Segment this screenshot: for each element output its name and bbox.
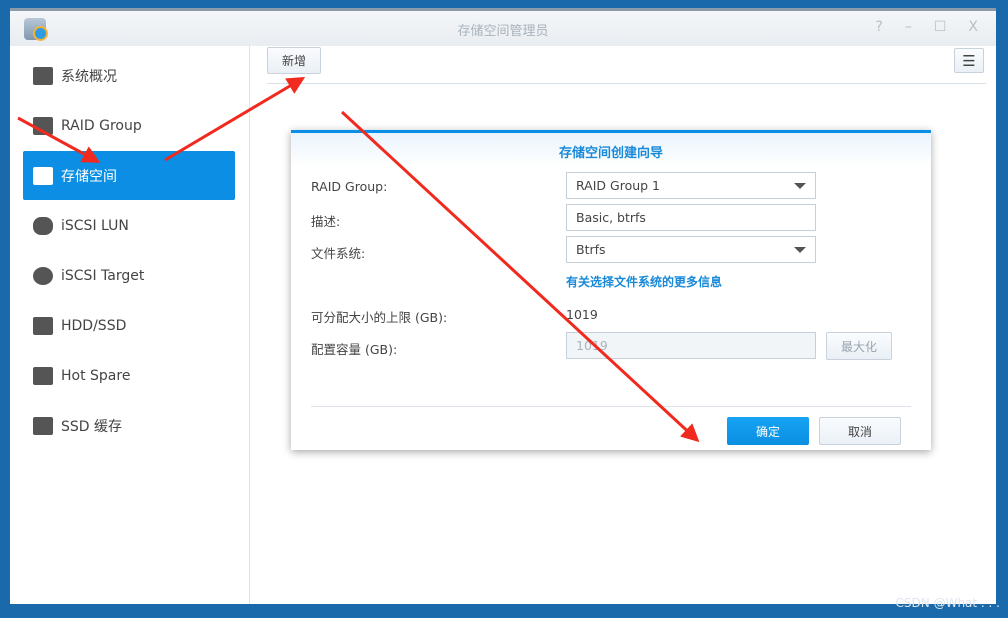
description-label: 描述: bbox=[311, 214, 341, 229]
database-icon bbox=[33, 216, 53, 235]
sort-icon[interactable]: ☰ bbox=[954, 48, 984, 73]
sidebar-item-raid-group[interactable]: RAID Group bbox=[23, 101, 235, 150]
dialog-divider bbox=[311, 406, 911, 407]
watermark: CSDN @What . . . bbox=[895, 596, 1000, 610]
window-title: 存储空间管理员 bbox=[457, 24, 549, 39]
raid-group-label: RAID Group: bbox=[311, 179, 388, 194]
dialog-title: 存储空间创建向导 bbox=[291, 133, 931, 167]
globe-icon bbox=[33, 266, 53, 285]
filesystem-label: 文件系统: bbox=[311, 246, 366, 261]
raid-icon bbox=[33, 116, 53, 135]
max-size-value: 1019 bbox=[566, 307, 598, 322]
minimize-button[interactable]: – bbox=[905, 19, 912, 35]
sidebar-item-hot-spare[interactable]: Hot Spare bbox=[23, 351, 235, 400]
close-button[interactable]: X bbox=[968, 19, 978, 35]
capacity-input[interactable]: 1019 bbox=[566, 332, 816, 359]
capacity-label: 配置容量 (GB): bbox=[311, 342, 398, 357]
sidebar-item-hdd-ssd[interactable]: HDD/SSD bbox=[23, 301, 235, 350]
toolbar-divider bbox=[267, 83, 986, 84]
title-bar: 存储空间管理员 ? – ☐ X bbox=[10, 11, 996, 46]
sidebar-item-iscsi-target[interactable]: iSCSI Target bbox=[23, 251, 235, 300]
cancel-button[interactable]: 取消 bbox=[819, 417, 901, 445]
overview-icon bbox=[33, 66, 53, 85]
create-volume-wizard: 存储空间创建向导 RAID Group: RAID Group 1 描述: Ba… bbox=[291, 130, 931, 450]
raid-group-select[interactable]: RAID Group 1 bbox=[566, 172, 816, 199]
ssd-icon bbox=[33, 416, 53, 435]
disk-icon bbox=[33, 316, 53, 335]
sidebar-item-iscsi-lun[interactable]: iSCSI LUN bbox=[23, 201, 235, 250]
sidebar: 系统概况 RAID Group 存储空间 iSCSI LUN iSCSI Tar… bbox=[10, 46, 250, 604]
filesystem-select[interactable]: Btrfs bbox=[566, 236, 816, 263]
sidebar-item-ssd-cache[interactable]: SSD 缓存 bbox=[23, 401, 235, 450]
sidebar-item-storage-volume[interactable]: 存储空间 bbox=[23, 151, 235, 200]
ok-button[interactable]: 确定 bbox=[727, 417, 809, 445]
cubes-icon bbox=[33, 166, 53, 185]
sidebar-item-overview[interactable]: 系统概况 bbox=[23, 51, 235, 100]
maximize-button[interactable]: 最大化 bbox=[826, 332, 892, 360]
plus-disk-icon bbox=[33, 366, 53, 385]
max-size-label: 可分配大小的上限 (GB): bbox=[311, 310, 448, 325]
chevron-down-icon bbox=[794, 247, 806, 253]
add-button[interactable]: 新增 bbox=[267, 47, 321, 74]
maximize-button[interactable]: ☐ bbox=[934, 19, 947, 35]
help-button[interactable]: ? bbox=[875, 19, 882, 35]
chevron-down-icon bbox=[794, 183, 806, 189]
description-input[interactable]: Basic, btrfs bbox=[566, 204, 816, 231]
filesystem-info-link[interactable]: 有关选择文件系统的更多信息 bbox=[566, 273, 722, 290]
